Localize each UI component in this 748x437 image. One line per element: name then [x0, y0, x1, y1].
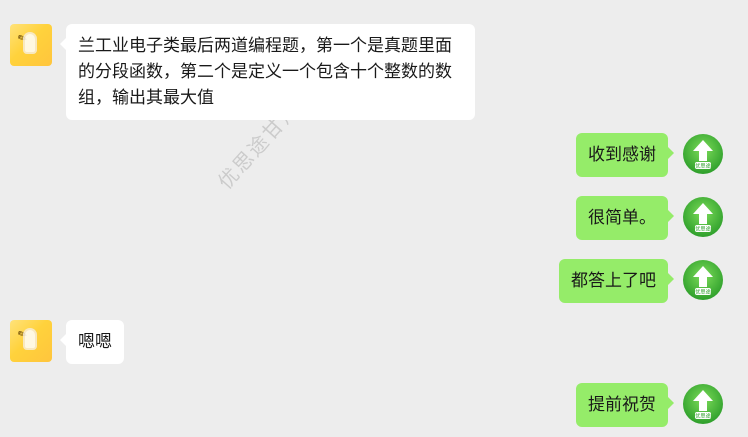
message-text: 提前祝贺: [588, 395, 656, 415]
avatar-left-user[interactable]: ✎: [10, 24, 52, 66]
upload-arrow-badge-icon: 优思途: [683, 197, 723, 237]
avatar-right-user[interactable]: 优思途: [682, 196, 724, 238]
avatar-right-user[interactable]: 优思途: [682, 133, 724, 175]
upload-arrow-badge-icon: 优思途: [683, 384, 723, 424]
message-row-6: 优思途 提前祝贺: [576, 383, 724, 427]
message-row-5: ✎ 嗯嗯: [10, 320, 124, 364]
avatar-right-user[interactable]: 优思途: [682, 259, 724, 301]
avatar-figure: [23, 32, 37, 54]
message-bubble-left[interactable]: 兰工业电子类最后两道编程题，第一个是真题里面的分段函数，第二个是定义一个包含十个…: [60, 24, 475, 120]
message-text: 收到感谢: [588, 145, 656, 165]
message-row-2: 优思途 收到感谢: [576, 133, 724, 177]
message-text: 很简单。: [588, 208, 656, 228]
message-bubble-left[interactable]: 嗯嗯: [60, 320, 124, 364]
message-text: 兰工业电子类最后两道编程题，第一个是真题里面的分段函数，第二个是定义一个包含十个…: [78, 36, 452, 108]
message-bubble-right[interactable]: 都答上了吧: [559, 259, 674, 303]
avatar-badge-text: 优思途: [695, 412, 711, 420]
avatar-badge-text: 优思途: [695, 162, 711, 170]
message-text: 都答上了吧: [571, 271, 656, 291]
message-row-1: ✎ 兰工业电子类最后两道编程题，第一个是真题里面的分段函数，第二个是定义一个包含…: [10, 24, 475, 120]
message-row-4: 优思途 都答上了吧: [559, 259, 724, 303]
avatar-left-user[interactable]: ✎: [10, 320, 52, 362]
message-text: 嗯嗯: [78, 332, 112, 352]
message-bubble-right[interactable]: 很简单。: [576, 196, 674, 240]
avatar-badge-text: 优思途: [695, 225, 711, 233]
message-bubble-right[interactable]: 提前祝贺: [576, 383, 674, 427]
upload-arrow-badge-icon: 优思途: [683, 134, 723, 174]
avatar-badge-text: 优思途: [695, 288, 711, 296]
message-bubble-right[interactable]: 收到感谢: [576, 133, 674, 177]
chat-window: 优思途甘肃专升本网 ✎ 兰工业电子类最后两道编程题，第一个是真题里面的分段函数，…: [0, 0, 748, 437]
avatar-right-user[interactable]: 优思途: [682, 383, 724, 425]
message-row-3: 优思途 很简单。: [576, 196, 724, 240]
upload-arrow-badge-icon: 优思途: [683, 260, 723, 300]
avatar-figure: [23, 328, 37, 350]
